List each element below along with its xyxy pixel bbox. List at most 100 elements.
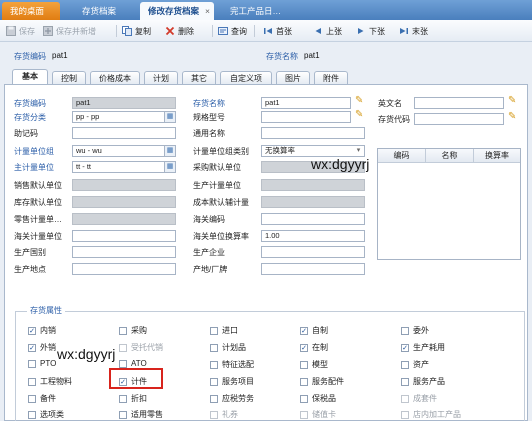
tab-pictures[interactable]: 图片 xyxy=(276,71,310,85)
tab-control[interactable]: 控制 xyxy=(52,71,86,85)
attr-label: 自制 xyxy=(312,326,328,335)
save-button[interactable]: 保存 xyxy=(5,24,35,38)
delete-button[interactable]: 删除 xyxy=(164,24,194,38)
inventory-name-input[interactable]: pat1 xyxy=(261,97,351,109)
attr-label: 店内加工产品 xyxy=(413,410,461,419)
attr-checkbox[interactable]: ✓ 在制 xyxy=(300,342,328,353)
last-icon xyxy=(398,26,409,37)
attr-checkbox[interactable]: ✓ 内销 xyxy=(28,325,56,336)
tab-price-cost[interactable]: 价格成本 xyxy=(90,71,140,85)
attr-checkbox[interactable]: 服务产品 xyxy=(401,376,445,387)
last-record-button[interactable]: 末张 xyxy=(398,24,428,38)
tab-custom-items[interactable]: 自定义项 xyxy=(220,71,272,85)
attr-label: PTO xyxy=(40,359,57,368)
attr-checkbox[interactable]: 模型 xyxy=(300,359,328,370)
inventory-code-input[interactable]: pat1 xyxy=(72,97,176,109)
attr-label: 服务项目 xyxy=(222,377,254,386)
next-record-button[interactable]: 下张 xyxy=(355,24,385,38)
tab-attachments[interactable]: 附件 xyxy=(314,71,348,85)
field-label: 成本默认辅计量 xyxy=(193,198,249,207)
annotation-highlight-box xyxy=(109,368,163,389)
copy-button[interactable]: 复制 xyxy=(121,24,151,38)
pencil-icon[interactable]: ✎ xyxy=(355,96,363,106)
attr-checkbox[interactable]: 适用零售 xyxy=(119,409,163,420)
attr-checkbox[interactable]: 折扣 xyxy=(119,393,147,404)
pencil-icon[interactable]: ✎ xyxy=(355,110,363,120)
attr-checkbox[interactable]: ✓ 自制 xyxy=(300,325,328,336)
attr-checkbox[interactable]: 资产 xyxy=(401,359,429,370)
attr-checkbox[interactable]: ✓ 外销 xyxy=(28,342,56,353)
unit-group-input[interactable]: wu - wu ▦ xyxy=(72,145,176,157)
query-button[interactable]: 查询 xyxy=(217,24,247,38)
attr-checkbox[interactable]: ✓ 生产耗用 xyxy=(401,342,445,353)
close-icon[interactable]: × xyxy=(205,6,210,16)
attr-checkbox[interactable]: 计划品 xyxy=(210,342,246,353)
checkbox-box xyxy=(119,326,127,335)
sales-default-unit-input xyxy=(72,179,176,191)
checkbox-box xyxy=(401,394,409,403)
customs-unit-input[interactable] xyxy=(72,230,176,242)
unit-conversion-grid[interactable]: 编码 名称 换算率 xyxy=(377,148,521,260)
save-label: 保存 xyxy=(19,26,35,36)
pencil-icon[interactable]: ✎ xyxy=(508,96,516,106)
common-name-input[interactable] xyxy=(261,127,365,139)
attr-label: 选项类 xyxy=(40,410,64,419)
delete-label: 删除 xyxy=(178,26,194,36)
chevron-down-icon[interactable]: ▾ xyxy=(353,146,364,156)
attr-checkbox[interactable]: 委外 xyxy=(401,325,429,336)
attr-checkbox[interactable]: 特征选配 xyxy=(210,359,254,370)
cost-default-aux-unit-input xyxy=(261,196,365,208)
calendar-lookup-icon[interactable]: ▦ xyxy=(164,162,175,172)
attr-label: 内销 xyxy=(40,326,56,335)
save-and-new-button[interactable]: 保存并新增 xyxy=(42,24,96,38)
copy-label: 复制 xyxy=(135,26,151,36)
attr-checkbox[interactable]: 保税品 xyxy=(300,393,336,404)
prev-record-button[interactable]: 上张 xyxy=(312,24,342,38)
field-value: tt - tt xyxy=(76,162,91,171)
tab-my-desktop[interactable]: 我的桌面 xyxy=(2,2,60,20)
field-label: 生产地点 xyxy=(14,265,46,274)
attr-checkbox[interactable]: 应税劳务 xyxy=(210,393,254,404)
tab-plan[interactable]: 计划 xyxy=(144,71,178,85)
attr-label: 适用零售 xyxy=(131,410,163,419)
attr-checkbox[interactable]: 备件 xyxy=(28,393,56,404)
watermark: wx:dgyyrj xyxy=(311,156,370,172)
attr-checkbox[interactable]: 选项类 xyxy=(28,409,64,420)
tab-inventory-archive[interactable]: 存货档案 xyxy=(74,2,136,20)
first-record-button[interactable]: 首张 xyxy=(262,24,292,38)
spec-model-input[interactable] xyxy=(261,111,351,123)
field-label: 海关计量单位 xyxy=(14,232,62,241)
pencil-icon[interactable]: ✎ xyxy=(508,112,516,122)
delete-icon xyxy=(164,26,175,37)
attr-checkbox[interactable]: PTO xyxy=(28,359,56,368)
field-label: 计量单位组类别 xyxy=(193,147,249,156)
production-site-input[interactable] xyxy=(72,263,176,275)
attr-checkbox[interactable]: 服务配件 xyxy=(300,376,344,387)
calendar-lookup-icon[interactable]: ▦ xyxy=(164,112,175,122)
mnemonic-code-input[interactable] xyxy=(72,127,176,139)
tab-finished-product-daily[interactable]: 完工产品日… xyxy=(222,2,290,20)
customs-code-input[interactable] xyxy=(261,213,365,225)
tab-basic[interactable]: 基本 xyxy=(12,69,48,85)
checkbox-box xyxy=(401,410,409,419)
attr-checkbox[interactable]: 工程物料 xyxy=(28,376,72,387)
attr-checkbox[interactable]: 采购 xyxy=(119,325,147,336)
english-name-input[interactable] xyxy=(414,97,504,109)
attr-checkbox[interactable]: ATO xyxy=(119,359,147,368)
tab-edit-inventory-archive[interactable]: 修改存货档案 × xyxy=(140,2,214,20)
customs-conversion-rate-input[interactable]: 1.00 xyxy=(261,230,365,242)
origin-brand-input[interactable] xyxy=(261,263,365,275)
manufacturer-input[interactable] xyxy=(261,246,365,258)
field-value: 1.00 xyxy=(265,231,280,240)
inventory-category-input[interactable]: pp - pp ▦ xyxy=(72,111,176,123)
country-of-origin-input[interactable] xyxy=(72,246,176,258)
inventory-alias-code-input[interactable] xyxy=(414,113,504,125)
main-unit-input[interactable]: tt - tt ▦ xyxy=(72,161,176,173)
attr-checkbox[interactable]: 进口 xyxy=(210,325,238,336)
checkbox-box xyxy=(28,394,36,403)
header-name-value: pat1 xyxy=(304,51,320,60)
tab-other[interactable]: 其它 xyxy=(182,71,216,85)
field-value: pat1 xyxy=(76,98,91,107)
calendar-lookup-icon[interactable]: ▦ xyxy=(164,146,175,156)
attr-checkbox[interactable]: 服务项目 xyxy=(210,376,254,387)
